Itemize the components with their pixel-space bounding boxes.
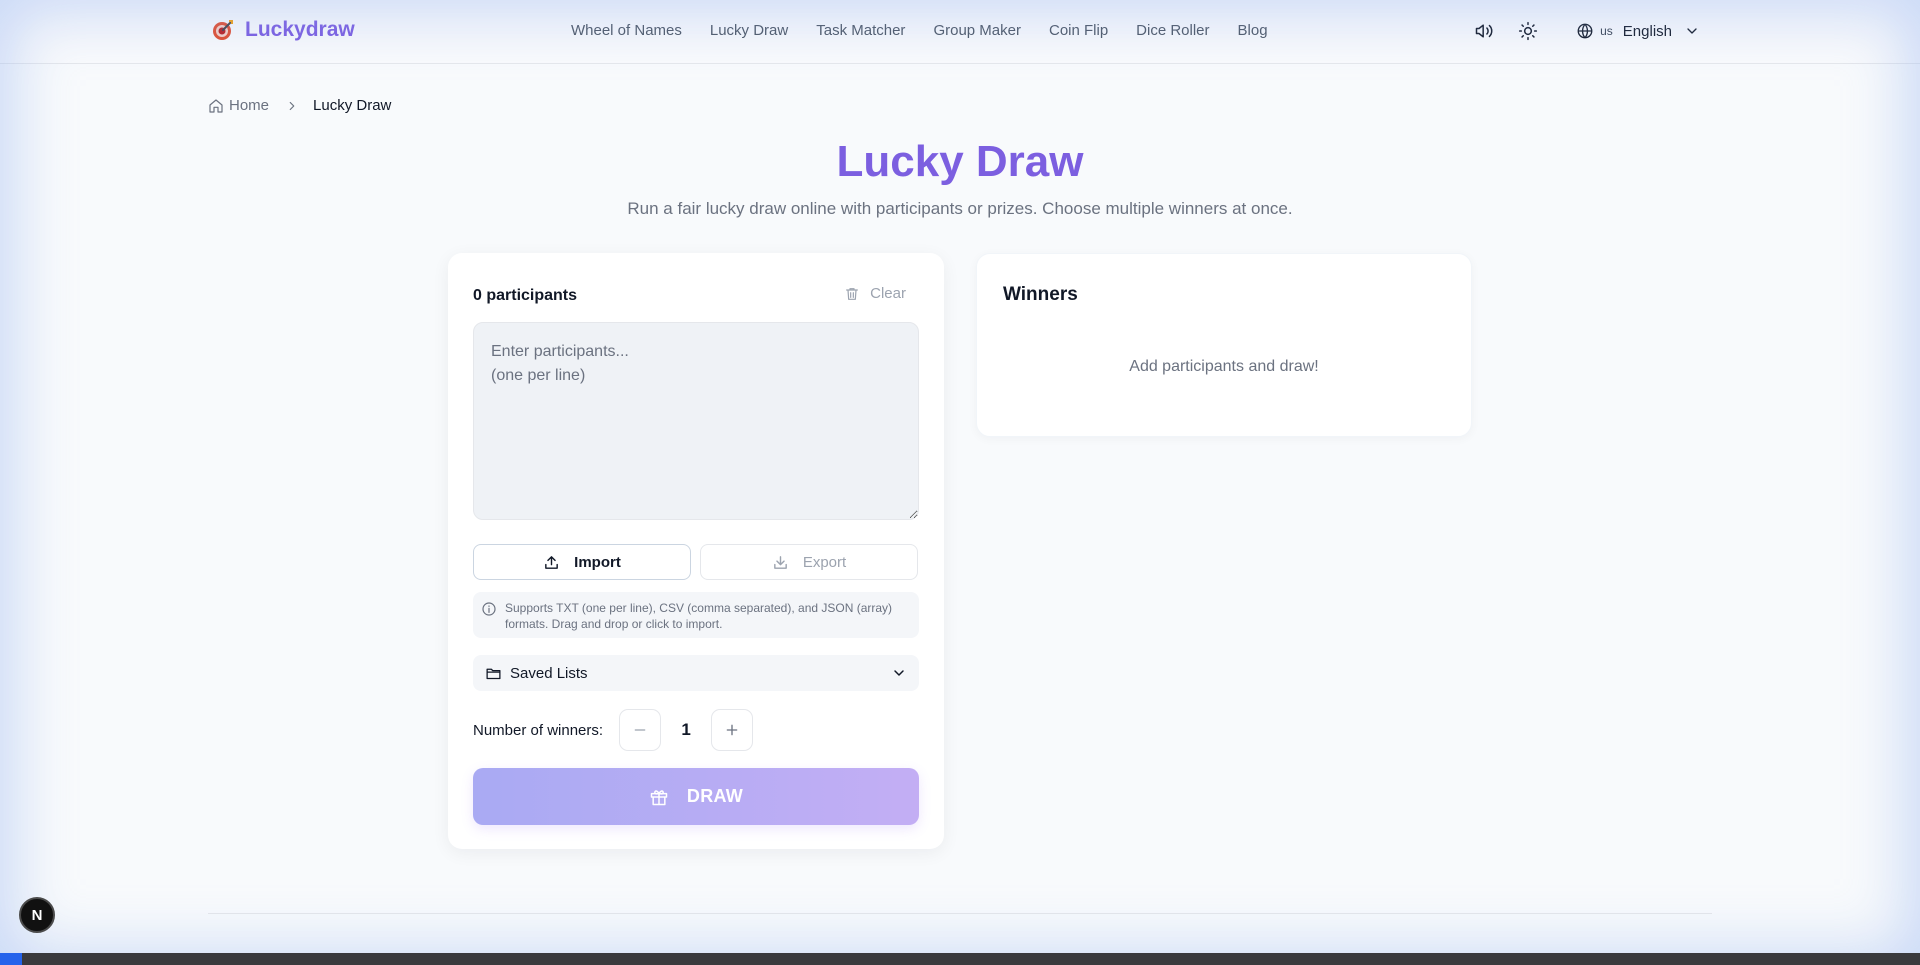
breadcrumb-home-link[interactable]: Home [208, 97, 269, 114]
draw-button[interactable]: DRAW [473, 768, 919, 825]
import-info-box: Supports TXT (one per line), CSV (comma … [473, 592, 919, 638]
breadcrumb-home-label: Home [229, 97, 270, 114]
increase-winners-button[interactable] [711, 709, 754, 751]
saved-lists-label: Saved Lists [510, 664, 588, 682]
nav-dice-roller[interactable]: Dice Roller [1136, 22, 1209, 39]
nav-group-maker[interactable]: Group Maker [933, 22, 1021, 39]
download-icon [773, 555, 787, 569]
language-label: English [1622, 22, 1672, 40]
participants-count: 0 participants [473, 287, 578, 304]
home-icon [209, 98, 223, 113]
winners-card: Winners Add participants and draw! [976, 253, 1472, 437]
folder-icon [486, 668, 501, 679]
winners-count-value: 1 [681, 720, 691, 739]
import-button[interactable]: Import [473, 544, 691, 580]
logo-icon [213, 20, 233, 40]
sound-toggle-button[interactable] [1472, 19, 1496, 43]
breadcrumb: Home Lucky Draw [208, 97, 391, 114]
bottom-bar [0, 953, 1920, 965]
volume-icon [1475, 24, 1493, 38]
participants-input[interactable] [473, 322, 919, 520]
import-info-text: Supports TXT (one per line), CSV (comma … [505, 601, 893, 631]
nav-lucky-draw[interactable]: Lucky Draw [710, 22, 788, 39]
export-label: Export [802, 553, 847, 571]
theme-toggle-button[interactable] [1516, 19, 1540, 43]
clear-label: Clear [870, 285, 906, 302]
chevron-right-icon [289, 101, 295, 110]
main-nav: Wheel of Names Lucky Draw Task Matcher G… [571, 22, 1268, 39]
footer-divider [208, 913, 1712, 914]
chevron-down-icon [1687, 28, 1697, 34]
dev-tools-badge[interactable]: N [19, 897, 55, 933]
import-label: Import [574, 553, 621, 571]
globe-icon [1577, 23, 1593, 39]
chevron-down-icon [894, 670, 904, 676]
participants-card: 0 participants Clear Import Export Suppo… [448, 253, 944, 849]
page-title: Lucky Draw [836, 137, 1084, 186]
page-subtitle: Run a fair lucky draw online with partic… [627, 199, 1293, 218]
nav-task-matcher[interactable]: Task Matcher [816, 22, 905, 39]
trash-icon [846, 287, 859, 300]
gift-icon [650, 789, 668, 805]
winners-empty-message: Add participants and draw! [1129, 358, 1319, 375]
info-icon [482, 602, 496, 616]
upload-icon [545, 555, 559, 569]
language-code: us [1600, 24, 1613, 38]
header-actions: us English [1472, 19, 1700, 43]
bottom-bar-accent [0, 953, 22, 965]
nav-wheel-of-names[interactable]: Wheel of Names [571, 22, 682, 39]
clear-button[interactable]: Clear [844, 285, 906, 302]
plus-icon [726, 724, 738, 736]
breadcrumb-current: Lucky Draw [313, 97, 392, 114]
brand-logo[interactable]: Luckydraw [211, 18, 355, 42]
sun-icon [1519, 21, 1538, 41]
saved-lists-toggle[interactable]: Saved Lists [473, 655, 919, 691]
winners-count-row: Number of winners: 1 [473, 709, 754, 751]
import-export-row: Import Export [473, 544, 918, 580]
top-header: Luckydraw Wheel of Names Lucky Draw Task… [0, 0, 1920, 64]
minus-icon [634, 729, 646, 731]
nav-blog[interactable]: Blog [1238, 22, 1268, 39]
decrease-winners-button[interactable] [619, 709, 662, 751]
brand-name: Luckydraw [245, 18, 355, 41]
nav-coin-flip[interactable]: Coin Flip [1049, 22, 1108, 39]
dev-tools-badge-letter: N [31, 906, 43, 924]
language-selector[interactable]: us English [1576, 22, 1700, 40]
winners-count-label: Number of winners: [473, 721, 604, 739]
export-button[interactable]: Export [700, 544, 918, 580]
winners-title: Winners [1003, 284, 1078, 305]
draw-label: DRAW [686, 786, 744, 806]
